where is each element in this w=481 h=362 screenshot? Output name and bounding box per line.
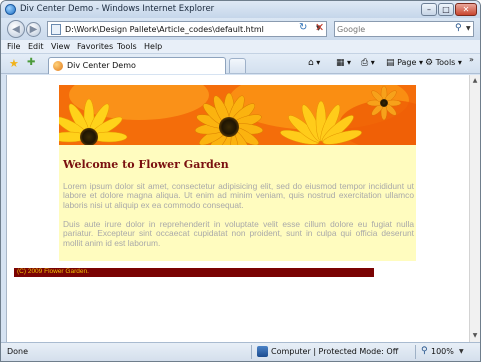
address-url[interactable]: D:\Work\Design Pallete\Article_codes\def… — [65, 25, 264, 34]
page-viewport: Welcome to Flower Garden Lorem ipsum dol… — [6, 75, 469, 342]
status-divider — [251, 345, 252, 359]
security-zone[interactable]: Computer | Protected Mode: Off — [271, 347, 398, 356]
page-footer: (C) 2009 Flower Garden. — [14, 268, 374, 277]
close-button[interactable]: ✕ — [455, 3, 477, 16]
zoom-dropdown-icon[interactable]: ▼ — [459, 348, 464, 355]
page-heading: Welcome to Flower Garden — [63, 158, 229, 171]
page-menu[interactable]: ▤ Page ▾ — [386, 58, 423, 68]
forward-button[interactable]: ▶ — [26, 22, 41, 37]
menu-favorites[interactable]: Favorites — [77, 42, 113, 51]
scroll-down-icon[interactable]: ▼ — [470, 331, 480, 341]
scroll-up-icon[interactable]: ▲ — [470, 76, 480, 86]
stop-icon[interactable]: ✕ — [315, 21, 324, 34]
menu-help[interactable]: Help — [144, 42, 162, 51]
flower-banner-graphic — [59, 85, 416, 145]
search-dropdown-icon[interactable]: ▼ — [466, 25, 471, 32]
ie-icon — [5, 4, 16, 15]
search-input[interactable] — [337, 23, 449, 35]
search-box[interactable]: ⚲ ▼ — [334, 21, 474, 37]
page-menu-label: Page — [397, 58, 417, 67]
more-commands-icon[interactable]: » — [469, 55, 474, 64]
refresh-icon[interactable]: ↻ — [299, 22, 307, 33]
paragraph-2: Duis aute irure dolor in reprehenderit i… — [63, 219, 414, 248]
content-container: Welcome to Flower Garden Lorem ipsum dol… — [59, 85, 416, 261]
home-icon[interactable]: ⌂ ▾ — [308, 58, 320, 68]
minimize-button[interactable]: – — [421, 3, 437, 16]
status-divider — [415, 345, 416, 359]
tab-favicon — [53, 61, 63, 71]
tab-label: Div Center Demo — [67, 61, 136, 70]
computer-zone-icon — [257, 346, 268, 357]
address-row: ◀ ▶ D:\Work\Design Pallete\Article_codes… — [1, 18, 480, 40]
maximize-button[interactable]: □ — [438, 3, 454, 16]
title-bar: Div Center Demo - Windows Internet Explo… — [1, 1, 480, 18]
favorites-star-icon[interactable]: ★ — [9, 57, 19, 70]
address-bar[interactable]: D:\Work\Design Pallete\Article_codes\def… — [47, 21, 327, 37]
status-bar: Done Computer | Protected Mode: Off ⚲ 10… — [1, 342, 480, 361]
page-icon — [51, 24, 61, 35]
menu-bar: File Edit View Favorites Tools Help — [1, 40, 480, 54]
new-tab-button[interactable] — [229, 58, 246, 73]
footer-copyright: (C) 2009 Flower Garden. — [17, 268, 89, 275]
tab-row: ★ ✚ Div Center Demo ⌂ ▾ ▦ ▾ ⎙ ▾ ▤ Page ▾… — [1, 54, 480, 74]
tools-menu[interactable]: ⚙ Tools ▾ — [425, 58, 462, 68]
add-favorite-icon[interactable]: ✚ — [27, 57, 35, 68]
vertical-scrollbar[interactable]: ▲ ▼ — [469, 75, 480, 342]
search-icon[interactable]: ⚲ — [455, 23, 462, 33]
menu-edit[interactable]: Edit — [28, 42, 44, 51]
menu-tools[interactable]: Tools — [117, 42, 137, 51]
window-title: Div Center Demo - Windows Internet Explo… — [20, 4, 215, 14]
zoom-level[interactable]: 100% — [431, 347, 454, 356]
feeds-icon[interactable]: ▦ ▾ — [336, 58, 351, 68]
paragraph-1: Lorem ipsum dolor sit amet, consectetur … — [63, 181, 414, 210]
back-button[interactable]: ◀ — [7, 20, 25, 38]
menu-view[interactable]: View — [51, 42, 70, 51]
print-icon[interactable]: ⎙ ▾ — [361, 58, 375, 68]
zoom-icon[interactable]: ⚲ — [421, 346, 428, 356]
tab-active[interactable]: Div Center Demo — [48, 57, 226, 74]
flower-banner-image — [59, 85, 416, 145]
tools-menu-label: Tools — [435, 58, 456, 67]
status-text: Done — [7, 347, 29, 356]
browser-window: Div Center Demo - Windows Internet Explo… — [0, 0, 481, 362]
menu-file[interactable]: File — [7, 42, 20, 51]
